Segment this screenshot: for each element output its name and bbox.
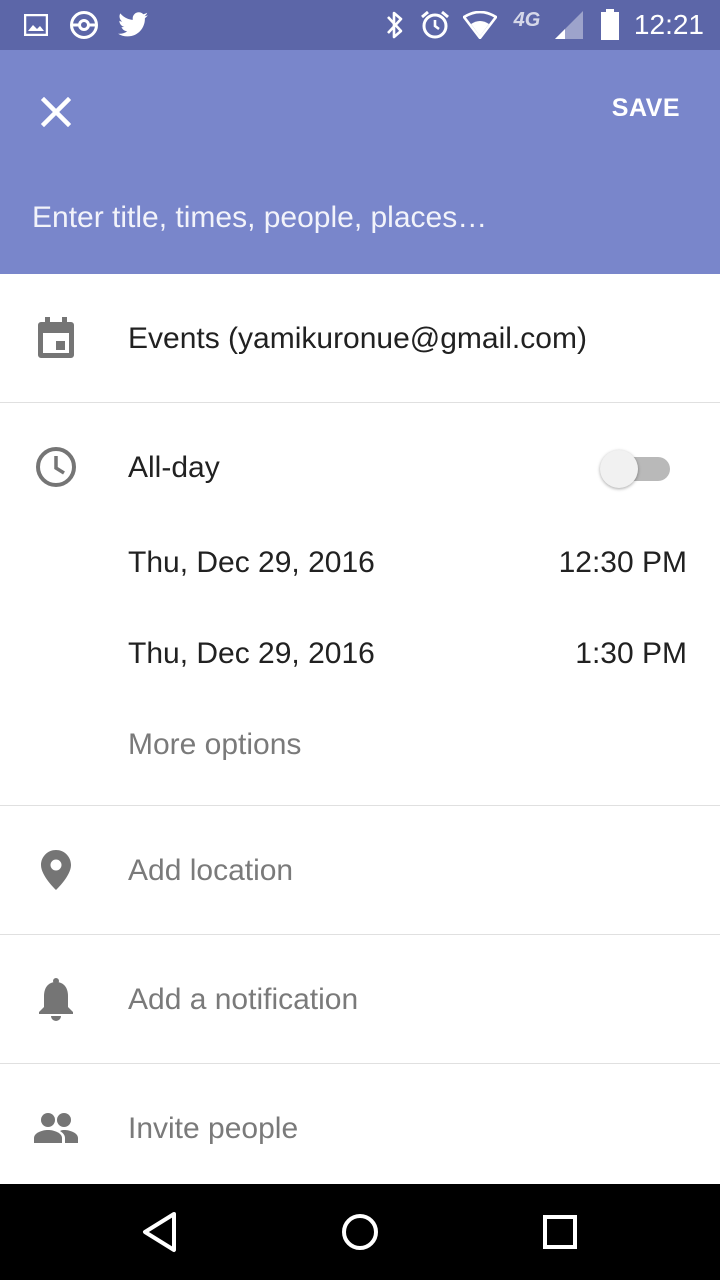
pokeball-icon — [68, 9, 100, 41]
start-time[interactable]: 12:30 PM — [559, 543, 687, 583]
end-date[interactable]: Thu, Dec 29, 2016 — [128, 634, 375, 674]
calendar-icon — [30, 312, 82, 364]
add-notification-label: Add a notification — [128, 983, 359, 1016]
close-icon — [41, 97, 71, 127]
twitter-icon — [116, 9, 150, 41]
bell-icon — [30, 973, 82, 1025]
4g-lte-icon: 4G — [513, 9, 541, 31]
save-button[interactable]: SAVE — [612, 90, 680, 126]
start-date[interactable]: Thu, Dec 29, 2016 — [128, 543, 375, 583]
battery-icon — [598, 9, 622, 41]
system-nav-bar — [0, 1184, 720, 1280]
back-button[interactable] — [130, 1202, 190, 1262]
invite-people-label: Invite people — [128, 1112, 299, 1145]
calendar-row[interactable]: Events (yamikuronue@gmail.com) — [0, 274, 720, 402]
event-title-input[interactable] — [32, 194, 682, 242]
add-location-row[interactable]: Add location — [0, 806, 720, 934]
wifi-icon — [462, 9, 498, 41]
add-notification-row[interactable]: Add a notification — [0, 935, 720, 1063]
status-time: 12:21 — [633, 9, 704, 40]
image-notification-icon — [22, 9, 50, 41]
people-icon — [30, 1102, 82, 1154]
recents-icon — [543, 1215, 577, 1249]
event-header: SAVE — [0, 50, 720, 274]
back-icon — [143, 1212, 176, 1252]
clock-icon — [30, 441, 82, 493]
location-pin-icon — [30, 844, 82, 896]
end-time[interactable]: 1:30 PM — [575, 634, 687, 674]
close-button[interactable] — [26, 82, 86, 142]
home-icon — [342, 1214, 378, 1250]
status-bar: 4G 12:21 — [0, 0, 720, 50]
home-button[interactable] — [330, 1202, 390, 1262]
all-day-toggle[interactable] — [600, 450, 672, 488]
recents-button[interactable] — [530, 1202, 590, 1262]
add-location-label: Add location — [128, 854, 294, 887]
all-day-label: All-day — [128, 451, 220, 484]
cell-signal-icon — [552, 9, 586, 41]
calendar-account-label: Events (yamikuronue@gmail.com) — [128, 322, 587, 355]
invite-people-row[interactable]: Invite people — [0, 1064, 720, 1184]
bluetooth-icon — [382, 9, 408, 41]
more-options-link[interactable]: More options — [128, 725, 301, 765]
toggle-thumb — [600, 450, 638, 488]
alarm-icon — [418, 9, 452, 41]
